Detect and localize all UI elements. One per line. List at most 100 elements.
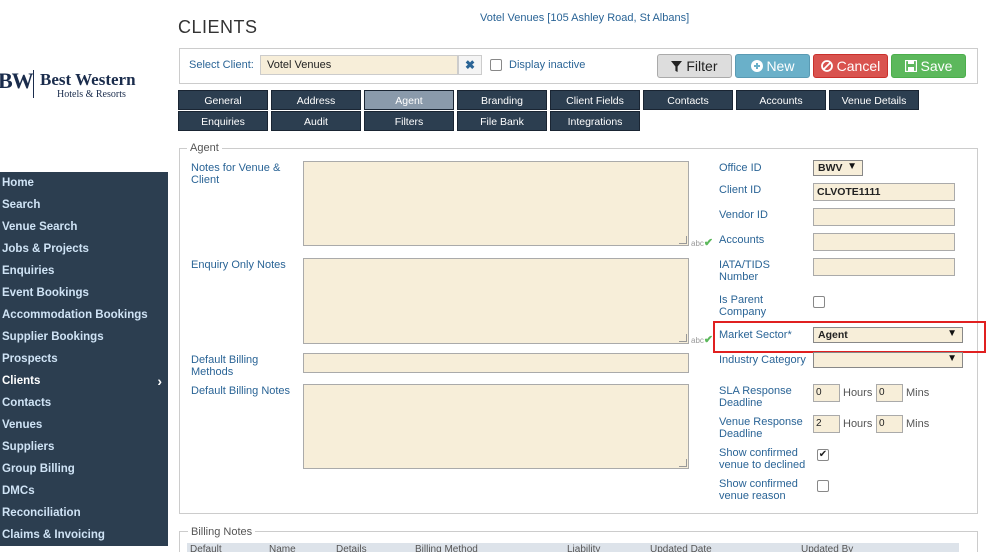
sla-response-deadline-label: SLA Response Deadline <box>719 385 792 409</box>
sidebar-item-claims-invoicing[interactable]: Claims & Invoicing <box>0 524 168 546</box>
nav-label: DMCs <box>2 485 35 497</box>
tab-audit[interactable]: Audit <box>271 111 361 131</box>
dropdown-arrow-icon: ▼ <box>847 161 857 172</box>
tab-file-bank[interactable]: File Bank <box>457 111 547 131</box>
col-updated-date[interactable]: Updated Date <box>650 544 712 552</box>
sidebar-item-venues[interactable]: Venues <box>0 414 168 436</box>
sidebar-nav: Home Search Venue Search Jobs & Projects… <box>0 172 168 546</box>
col-liability[interactable]: Liability <box>567 544 600 552</box>
sidebar-item-accommodation-bookings[interactable]: Accommodation Bookings <box>0 304 168 326</box>
col-updated-by[interactable]: Updated By <box>801 544 853 552</box>
tab-filters[interactable]: Filters <box>364 111 454 131</box>
notes-venue-client-textarea[interactable] <box>303 161 689 246</box>
client-select-input[interactable]: Votel Venues <box>260 55 458 75</box>
office-id-value: BWV <box>818 162 843 174</box>
save-button[interactable]: Save <box>891 54 966 78</box>
iata-tids-label: IATA/TIDS Number <box>719 259 770 283</box>
col-details[interactable]: Details <box>336 544 367 552</box>
new-label: New <box>766 58 795 74</box>
venue-response-deadline-label: Venue Response Deadline <box>719 416 803 440</box>
show-confirmed-declined-checkbox[interactable]: ✔ <box>817 449 829 461</box>
agent-legend: Agent <box>187 142 222 154</box>
sidebar-item-home[interactable]: Home <box>0 172 168 194</box>
spellcheck-abc: abc <box>691 239 704 248</box>
cancel-button[interactable]: Cancel <box>813 54 888 78</box>
sidebar-item-event-bookings[interactable]: Event Bookings <box>0 282 168 304</box>
enquiry-only-notes-textarea[interactable] <box>303 258 689 344</box>
new-button[interactable]: New <box>735 54 810 78</box>
sla-mins-input[interactable]: 0 <box>876 384 903 402</box>
tab-contacts[interactable]: Contacts <box>643 90 733 110</box>
nav-label: Venues <box>2 419 43 431</box>
tab-venue-details[interactable]: Venue Details <box>829 90 919 110</box>
client-id-field[interactable]: CLVOTE1111 <box>813 183 955 201</box>
sidebar-item-jobs-projects[interactable]: Jobs & Projects <box>0 238 168 260</box>
venue-response-mins-input[interactable]: 0 <box>876 415 903 433</box>
is-parent-company-checkbox[interactable] <box>813 296 825 308</box>
resize-grip-icon[interactable] <box>679 236 687 244</box>
tab-agent[interactable]: Agent <box>364 90 454 110</box>
venue-response-hours-unit: Hours <box>843 418 873 430</box>
sidebar-item-venue-search[interactable]: Venue Search <box>0 216 168 238</box>
nav-label: Supplier Bookings <box>2 331 104 343</box>
chevron-right-icon: › <box>157 373 162 389</box>
billing-notes-table-header: Default Name Details Billing Method Liab… <box>187 543 959 552</box>
sidebar-item-clients[interactable]: Clients › <box>0 370 168 392</box>
resize-grip-icon[interactable] <box>679 334 687 342</box>
display-inactive-checkbox[interactable] <box>490 59 502 71</box>
nav-label: Prospects <box>2 353 58 365</box>
col-name[interactable]: Name <box>269 544 296 552</box>
iata-tids-field[interactable] <box>813 258 955 276</box>
nav-label: Home <box>2 177 34 189</box>
sla-mins-unit: Mins <box>906 387 930 399</box>
accounts-field[interactable] <box>813 233 955 251</box>
industry-category-label: Industry Category <box>719 354 806 366</box>
filter-label: Filter <box>686 58 718 74</box>
nav-label: Accommodation Bookings <box>2 309 148 321</box>
tab-general[interactable]: General <box>178 90 268 110</box>
show-confirmed-reason-checkbox[interactable] <box>817 480 829 492</box>
sidebar-item-supplier-bookings[interactable]: Supplier Bookings <box>0 326 168 348</box>
vendor-id-field[interactable] <box>813 208 955 226</box>
nav-label: Search <box>2 199 41 211</box>
logo-subtitle: Hotels & Resorts <box>57 89 126 100</box>
sidebar-item-prospects[interactable]: Prospects <box>0 348 168 370</box>
filter-button[interactable]: Filter <box>657 54 732 78</box>
nav-label: Claims & Invoicing <box>2 529 105 541</box>
sidebar-item-contacts[interactable]: Contacts <box>0 392 168 414</box>
default-billing-methods-input[interactable] <box>303 353 689 373</box>
sidebar-item-enquiries[interactable]: Enquiries <box>0 260 168 282</box>
resize-grip-icon[interactable] <box>679 459 687 467</box>
office-id-select[interactable]: BWV ▼ <box>813 160 863 176</box>
col-billing-method[interactable]: Billing Method <box>415 544 478 552</box>
spellcheck-icon[interactable]: abc✔ <box>691 236 713 249</box>
col-default[interactable]: Default <box>190 544 222 552</box>
spellcheck-icon[interactable]: abc✔ <box>691 333 713 346</box>
tab-accounts[interactable]: Accounts <box>736 90 826 110</box>
nav-label: Contacts <box>2 397 52 409</box>
cancel-label: Cancel <box>836 58 881 74</box>
show-confirmed-declined-label: Show confirmed venue to declined <box>719 447 806 471</box>
sidebar-item-search[interactable]: Search <box>0 194 168 216</box>
venue-header-link[interactable]: Votel Venues [105 Ashley Road, St Albans… <box>480 12 689 24</box>
tab-client-fields[interactable]: Client Fields <box>550 90 640 110</box>
tab-enquiries[interactable]: Enquiries <box>178 111 268 131</box>
default-billing-notes-textarea[interactable] <box>303 384 689 469</box>
sidebar-item-dmcs[interactable]: DMCs <box>0 480 168 502</box>
sidebar-item-group-billing[interactable]: Group Billing <box>0 458 168 480</box>
sla-hours-input[interactable]: 0 <box>813 384 840 402</box>
clear-client-button[interactable]: ✖ <box>458 55 482 75</box>
sidebar-item-reconciliation[interactable]: Reconciliation <box>0 502 168 524</box>
sidebar-item-suppliers[interactable]: Suppliers <box>0 436 168 458</box>
billing-notes-legend: Billing Notes <box>188 526 256 538</box>
office-id-label: Office ID <box>719 162 762 174</box>
industry-category-select[interactable]: ▼ <box>813 352 963 368</box>
tab-branding[interactable]: Branding <box>457 90 547 110</box>
venue-response-mins-unit: Mins <box>906 418 930 430</box>
display-inactive-label: Display inactive <box>509 59 586 71</box>
tab-address[interactable]: Address <box>271 90 361 110</box>
filter-icon <box>671 61 683 72</box>
venue-response-hours-input[interactable]: 2 <box>813 415 840 433</box>
tab-integrations[interactable]: Integrations <box>550 111 640 131</box>
logo-mark: BW <box>0 68 34 93</box>
